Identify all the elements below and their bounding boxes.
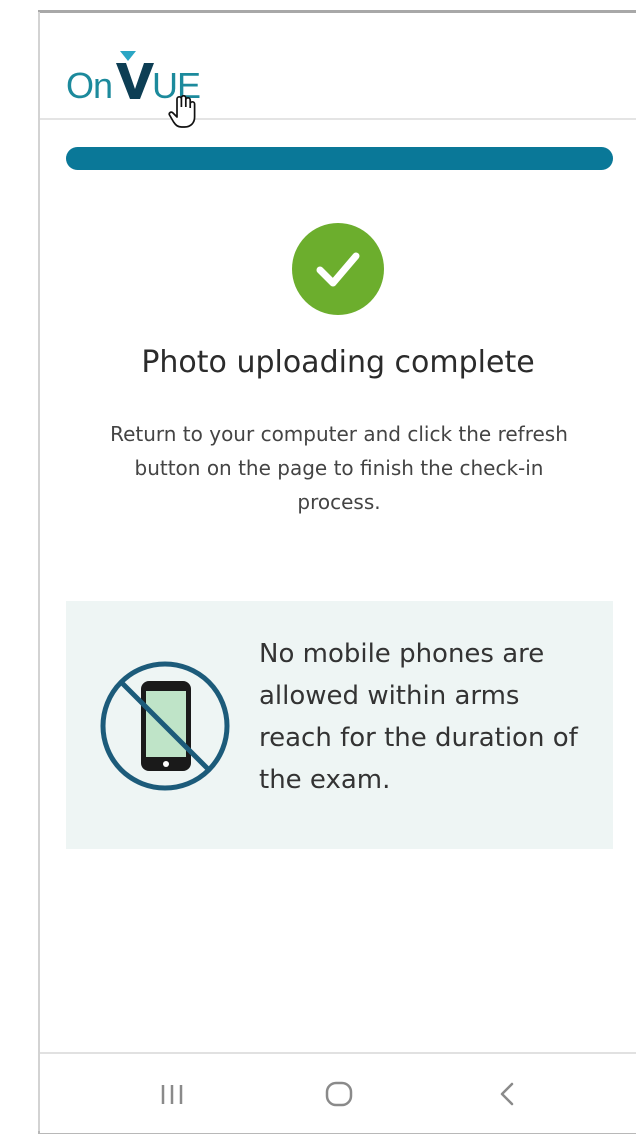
status-description: Return to your computer and click the re… <box>110 422 568 514</box>
onvue-logo[interactable]: On UE <box>66 35 226 106</box>
progress-fill <box>66 147 613 170</box>
home-icon <box>325 1081 353 1107</box>
back-button[interactable] <box>488 1074 528 1114</box>
android-navigation-bar <box>40 1052 636 1133</box>
hand-cursor-icon <box>168 95 196 128</box>
logo-text-on: On <box>66 65 113 106</box>
logo-v-mark <box>116 51 154 99</box>
success-checkmark-icon <box>292 223 384 315</box>
back-icon <box>500 1082 514 1106</box>
home-button[interactable] <box>319 1074 359 1114</box>
no-phone-notice: No mobile phones are allowed within arms… <box>66 601 613 849</box>
status-title: Photo uploading complete <box>141 345 535 380</box>
no-phone-icon <box>100 661 230 791</box>
app-header: On UE <box>40 13 636 128</box>
app-screen: On UE Photo uploading complete Return to… <box>40 13 636 1133</box>
recent-apps-icon <box>161 1085 183 1104</box>
recent-apps-button[interactable] <box>152 1074 192 1114</box>
upload-progress-bar <box>66 147 613 170</box>
notice-text: No mobile phones are allowed within arms… <box>259 639 578 795</box>
